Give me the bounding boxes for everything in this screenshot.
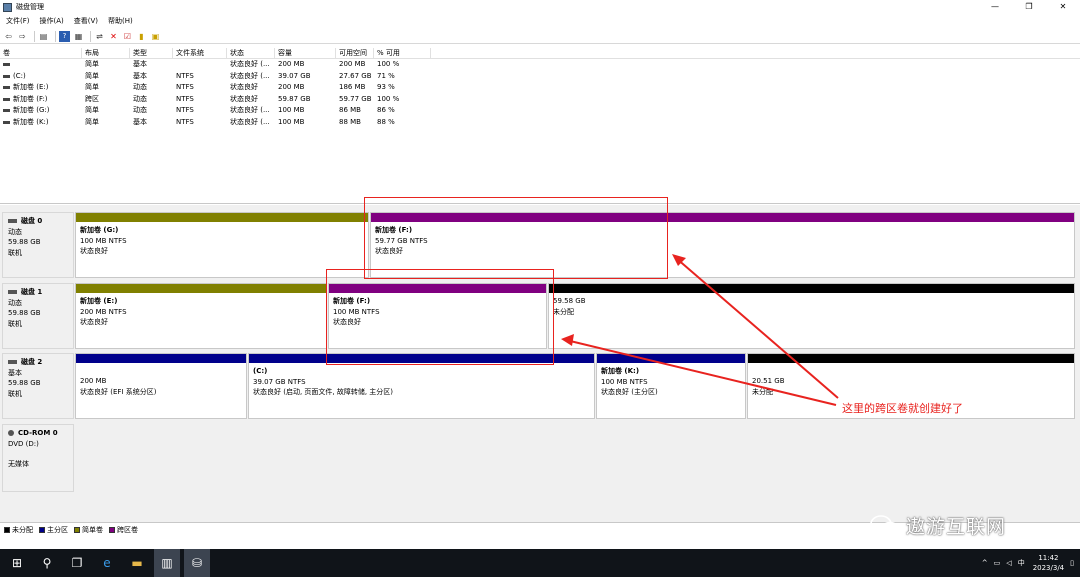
volume-icon[interactable]: ◁ bbox=[1006, 559, 1011, 567]
arrow-head-lower bbox=[561, 334, 574, 346]
edge-browser-icon[interactable]: e bbox=[94, 549, 120, 577]
taskbar: ⊞ ⚲ ❐ e ▬ ▥ ⛁ ^ ▭ ◁ 中 11:42 2023/3/4 ▯ bbox=[0, 549, 1080, 577]
watermark-text: 遨游互联网 bbox=[906, 516, 1007, 538]
wechat-icon bbox=[870, 514, 899, 536]
watermark: 遨游互联网 bbox=[870, 512, 1006, 539]
annotation-text: 这里的跨区卷就创建好了 bbox=[842, 402, 963, 415]
arrow-line-lower bbox=[565, 339, 837, 406]
clock-date: 2023/3/4 bbox=[1032, 564, 1065, 572]
chevron-up-icon[interactable]: ^ bbox=[982, 559, 988, 567]
notification-icon[interactable]: ▯ bbox=[1070, 559, 1074, 567]
system-tray: ^ ▭ ◁ 中 11:42 2023/3/4 ▯ bbox=[976, 549, 1074, 577]
search-icon[interactable]: ⚲ bbox=[34, 549, 60, 577]
disk-management-taskbar-icon[interactable]: ⛁ bbox=[184, 549, 210, 577]
windows-start-icon[interactable]: ⊞ bbox=[4, 549, 30, 577]
arrow-line-upper bbox=[675, 257, 839, 399]
input-method[interactable]: 中 bbox=[1018, 558, 1025, 568]
task-view-icon[interactable]: ❐ bbox=[64, 549, 90, 577]
server-manager-icon[interactable]: ▥ bbox=[154, 549, 180, 577]
file-explorer-icon[interactable]: ▬ bbox=[124, 549, 150, 577]
clock-time: 11:42 bbox=[1038, 554, 1059, 562]
network-icon[interactable]: ▭ bbox=[994, 559, 1001, 567]
annotation-arrows bbox=[561, 254, 839, 406]
clock[interactable]: 11:42 2023/3/4 bbox=[1033, 553, 1064, 573]
